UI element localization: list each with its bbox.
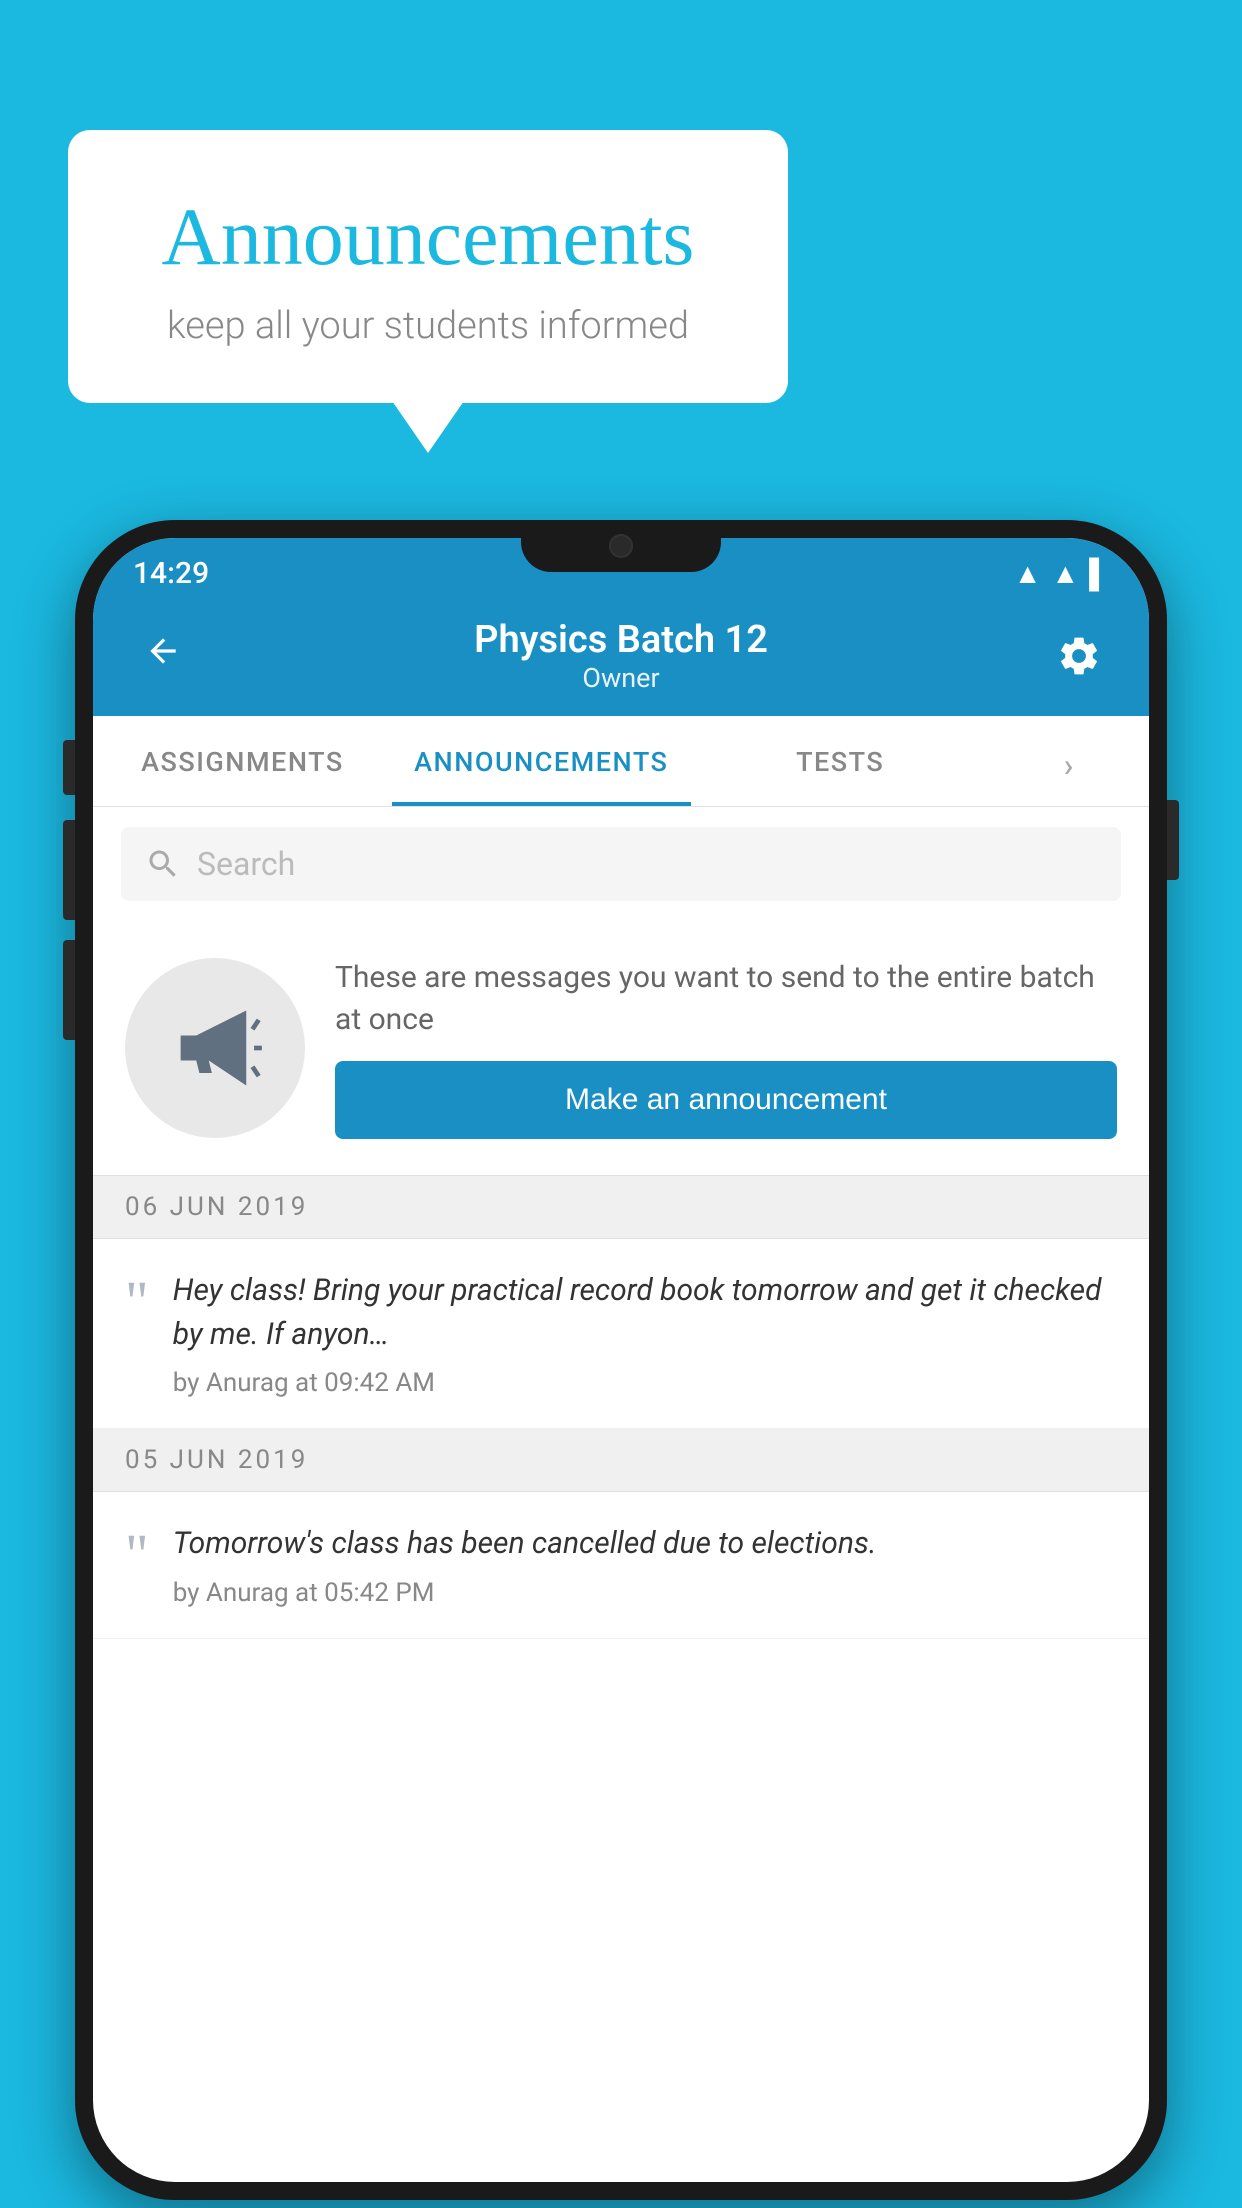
batch-title: Physics Batch 12	[193, 618, 1049, 662]
bubble-subtitle: keep all your students informed	[118, 304, 738, 348]
wifi-icon: ▲	[1014, 557, 1042, 590]
settings-button[interactable]	[1049, 626, 1109, 686]
mute-button	[63, 740, 75, 795]
user-role: Owner	[193, 662, 1049, 694]
tab-assignments[interactable]: ASSIGNMENTS	[93, 716, 392, 806]
battery-icon: ▌	[1089, 557, 1109, 590]
back-button[interactable]	[133, 632, 193, 680]
bubble-title: Announcements	[118, 190, 738, 284]
phone-notch	[521, 520, 721, 572]
signal-icon: ▲	[1051, 557, 1079, 590]
announcement-meta-2: by Anurag at 05:42 PM	[173, 1578, 1117, 1608]
announcement-content-1: Hey class! Bring your practical record b…	[173, 1269, 1117, 1398]
front-camera	[609, 534, 633, 558]
speech-bubble: Announcements keep all your students inf…	[68, 130, 788, 403]
quote-icon-2: "	[125, 1526, 149, 1608]
announcement-text-2: Tomorrow's class has been cancelled due …	[173, 1522, 1117, 1566]
phone-frame: 14:29 ▲ ▲ ▌ Physics Batch 12 Owner	[75, 520, 1167, 2200]
megaphone-icon	[165, 998, 265, 1098]
search-icon	[145, 846, 181, 882]
search-bar[interactable]: Search	[121, 827, 1121, 901]
header-center: Physics Batch 12 Owner	[193, 618, 1049, 694]
tab-tests[interactable]: TESTS	[691, 716, 990, 806]
power-button	[1167, 800, 1179, 880]
search-container: Search	[93, 807, 1149, 921]
tab-more[interactable]: ›	[990, 716, 1149, 806]
volume-down-button	[63, 940, 75, 1040]
date-separator-jun5: 05 JUN 2019	[93, 1429, 1149, 1492]
gear-icon	[1056, 633, 1102, 679]
phone-screen: 14:29 ▲ ▲ ▌ Physics Batch 12 Owner	[93, 538, 1149, 2182]
make-announcement-button[interactable]: Make an announcement	[335, 1061, 1117, 1139]
volume-up-button	[63, 820, 75, 920]
tab-announcements[interactable]: ANNOUNCEMENTS	[392, 716, 691, 806]
announce-description: These are messages you want to send to t…	[335, 957, 1117, 1041]
speech-bubble-container: Announcements keep all your students inf…	[68, 130, 788, 403]
announcement-item-2: " Tomorrow's class has been cancelled du…	[93, 1492, 1149, 1639]
tabs-bar: ASSIGNMENTS ANNOUNCEMENTS TESTS ›	[93, 716, 1149, 807]
announcement-text-1: Hey class! Bring your practical record b…	[173, 1269, 1117, 1356]
quote-icon-1: "	[125, 1273, 149, 1398]
announcement-content-2: Tomorrow's class has been cancelled due …	[173, 1522, 1117, 1608]
back-arrow-icon	[144, 632, 182, 670]
search-placeholder: Search	[197, 845, 295, 883]
announce-right: These are messages you want to send to t…	[335, 957, 1117, 1139]
announcement-icon-circle	[125, 958, 305, 1138]
announcement-item-1: " Hey class! Bring your practical record…	[93, 1239, 1149, 1429]
status-icons: ▲ ▲ ▌	[1014, 557, 1109, 590]
phone-container: 14:29 ▲ ▲ ▌ Physics Batch 12 Owner	[75, 520, 1167, 2200]
announcement-meta-1: by Anurag at 09:42 AM	[173, 1368, 1117, 1398]
announcement-prompt: These are messages you want to send to t…	[93, 921, 1149, 1176]
app-header: Physics Batch 12 Owner	[93, 600, 1149, 716]
status-time: 14:29	[133, 556, 209, 591]
date-separator-jun6: 06 JUN 2019	[93, 1176, 1149, 1239]
